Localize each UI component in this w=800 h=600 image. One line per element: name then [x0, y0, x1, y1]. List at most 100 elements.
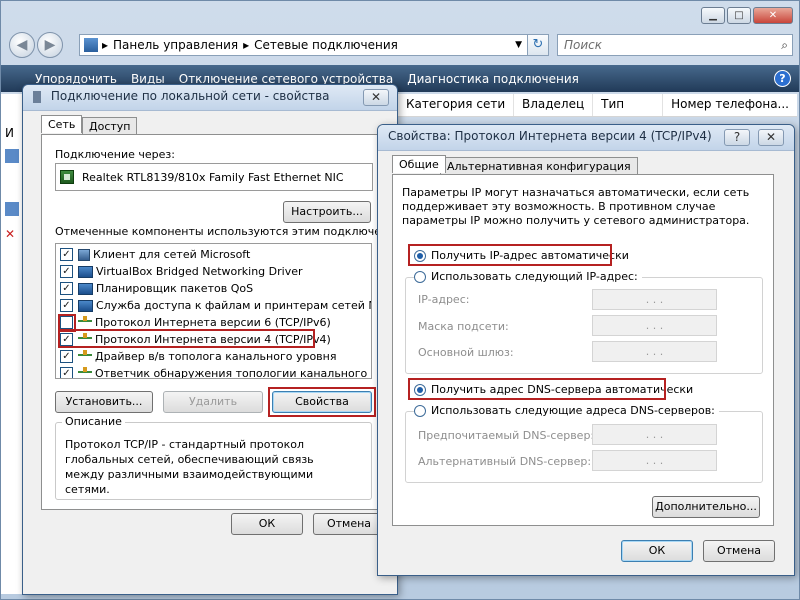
help-icon[interactable]: ? — [774, 70, 791, 87]
list-item[interactable]: ✓ Драйвер в/в тополога канального уровня — [56, 348, 336, 365]
search-icon[interactable]: ⌕ — [781, 35, 788, 55]
component-label: VirtualBox Bridged Networking Driver — [96, 265, 303, 278]
search-placeholder: Поиск — [564, 38, 603, 52]
address-dropdown-icon[interactable]: ▼ — [515, 40, 522, 50]
dns-group — [405, 411, 763, 483]
ip-auto-radio[interactable]: Получить IP-адрес автоматически — [414, 249, 629, 262]
forward-arrow-icon[interactable]: ▶ — [37, 32, 63, 58]
dns-auto-label: Получить адрес DNS-сервера автоматически — [431, 383, 694, 396]
client-icon — [78, 248, 90, 261]
network-adapter-icon[interactable] — [5, 149, 19, 163]
ip-manual-radio[interactable]: Использовать следующий IP-адрес: — [414, 270, 642, 283]
checkbox[interactable] — [60, 316, 73, 329]
breadcrumb-separator-icon: ▸ — [102, 38, 109, 52]
remove-button: Удалить — [163, 391, 263, 413]
radio-dot[interactable] — [414, 270, 426, 283]
description-group: Описание Протокол TCP/IP - стандартный п… — [55, 415, 372, 500]
tab-sharing[interactable]: Доступ — [82, 117, 138, 135]
network-adapter-icon[interactable] — [5, 202, 19, 216]
list-item[interactable]: ✓ Клиент для сетей Microsoft — [56, 246, 250, 263]
column-type[interactable]: Тип — [592, 94, 662, 116]
list-item[interactable]: ✓ Ответчик обнаружения топологии канальн… — [56, 365, 371, 379]
dialog-titlebar: Свойства: Протокол Интернета версии 4 (T… — [378, 125, 794, 151]
column-network-category[interactable]: Категория сети — [397, 94, 513, 116]
checkbox[interactable]: ✓ — [60, 333, 73, 346]
ok-button[interactable]: ОК — [621, 540, 693, 562]
address-bar[interactable]: ▸ Панель управления ▸ Сетевые подключени… — [79, 34, 549, 56]
checkbox[interactable]: ✓ — [60, 299, 73, 312]
subnet-field: . . . — [592, 315, 717, 336]
list-item[interactable]: Протокол Интернета версии 6 (TCP/IPv6) — [56, 314, 331, 331]
refresh-icon[interactable]: ↻ — [527, 34, 549, 56]
back-arrow-icon[interactable]: ◀ — [9, 32, 35, 58]
advanced-button[interactable]: Дополнительно... — [652, 496, 760, 518]
protocol-icon — [78, 315, 92, 328]
protocol-icon — [78, 366, 92, 379]
cancel-button[interactable]: Отмена — [313, 513, 385, 535]
column-owner[interactable]: Владелец — [513, 94, 592, 116]
network-icon — [33, 90, 41, 103]
adapter-name: Realtek RTL8139/810x Family Fast Etherne… — [82, 170, 344, 184]
description-text: Протокол TCP/IP - стандартный протокол г… — [65, 438, 314, 496]
components-list[interactable]: ✓ Клиент для сетей Microsoft ✓ VirtualBo… — [55, 243, 372, 379]
disabled-x-icon: ✕ — [5, 227, 16, 241]
tab-alternate-config[interactable]: Альтернативная конфигурация — [440, 157, 638, 175]
dns-alternate-label: Альтернативный DNS-сервер: — [418, 455, 592, 468]
radio-dot[interactable] — [414, 249, 426, 262]
gateway-label: Основной шлюз: — [418, 346, 514, 359]
service-icon — [78, 265, 93, 278]
list-item[interactable]: ✓ Планировщик пакетов QoS — [56, 280, 253, 297]
component-label: Протокол Интернета версии 6 (TCP/IPv6) — [95, 316, 331, 329]
dns-preferred-label: Предпочитаемый DNS-сервер: — [418, 429, 595, 442]
tab-general[interactable]: Общие — [392, 155, 446, 173]
ip-manual-label: Использовать следующий IP-адрес: — [431, 270, 638, 283]
close-icon[interactable]: ✕ — [758, 129, 784, 146]
cancel-button[interactable]: Отмена — [703, 540, 775, 562]
breadcrumb-network-connections[interactable]: Сетевые подключения — [254, 38, 398, 52]
install-button[interactable]: Установить... — [55, 391, 153, 413]
checkbox[interactable]: ✓ — [60, 248, 73, 261]
ok-button[interactable]: ОК — [231, 513, 303, 535]
component-label: Драйвер в/в тополога канального уровня — [95, 350, 337, 363]
help-icon[interactable]: ? — [724, 129, 750, 146]
components-label: Отмеченные компоненты используются этим … — [55, 225, 415, 238]
list-item[interactable]: ✓ Протокол Интернета версии 4 (TCP/IPv4) — [56, 331, 331, 348]
checkbox[interactable]: ✓ — [60, 265, 73, 278]
column-header-name[interactable]: И — [5, 126, 14, 140]
column-phone-number[interactable]: Номер телефона... — [662, 94, 797, 116]
close-button[interactable]: ✕ — [753, 7, 793, 24]
list-item[interactable]: ✓ VirtualBox Bridged Networking Driver — [56, 263, 303, 280]
protocol-icon — [78, 349, 92, 362]
subnet-label: Маска подсети: — [418, 320, 509, 333]
breadcrumb-control-panel[interactable]: Панель управления — [113, 38, 238, 52]
checkbox[interactable]: ✓ — [60, 350, 73, 363]
navigation-bar: ◀ ▶ ▸ Панель управления ▸ Сетевые подклю… — [9, 32, 793, 58]
breadcrumb-separator-icon: ▸ — [243, 38, 250, 52]
radio-dot[interactable] — [414, 404, 426, 417]
ip-address-label: IP-адрес: — [418, 293, 470, 306]
dns-auto-radio[interactable]: Получить адрес DNS-сервера автоматически — [414, 383, 693, 396]
properties-button[interactable]: Свойства — [272, 391, 372, 413]
maximize-button[interactable]: □ — [727, 7, 751, 24]
service-icon — [78, 282, 93, 295]
close-icon[interactable]: ✕ — [363, 89, 389, 106]
component-label: Клиент для сетей Microsoft — [93, 248, 251, 261]
component-label: Ответчик обнаружения топологии канальног… — [95, 367, 371, 379]
radio-dot[interactable] — [414, 383, 426, 396]
configure-button[interactable]: Настроить... — [283, 201, 371, 223]
list-item[interactable]: ✓ Служба доступа к файлам и принтерам се… — [56, 297, 371, 314]
tab-network[interactable]: Сеть — [41, 115, 83, 133]
component-label: Планировщик пакетов QoS — [96, 282, 254, 295]
connect-via-label: Подключение через: — [55, 148, 175, 161]
file-list-left: И ✕ — [1, 94, 23, 594]
minimize-button[interactable]: ▁ — [701, 7, 725, 24]
window-controls: ▁ □ ✕ — [701, 7, 793, 24]
control-panel-icon — [84, 38, 98, 52]
checkbox[interactable]: ✓ — [60, 367, 73, 378]
checkbox[interactable]: ✓ — [60, 282, 73, 295]
search-input[interactable]: Поиск ⌕ — [557, 34, 793, 56]
dns-manual-radio[interactable]: Использовать следующие адреса DNS-сервер… — [414, 404, 719, 417]
protocol-icon — [78, 332, 92, 345]
diagnose-connection-command[interactable]: Диагностика подключения — [407, 72, 579, 86]
dns-manual-label: Использовать следующие адреса DNS-сервер… — [431, 404, 715, 417]
